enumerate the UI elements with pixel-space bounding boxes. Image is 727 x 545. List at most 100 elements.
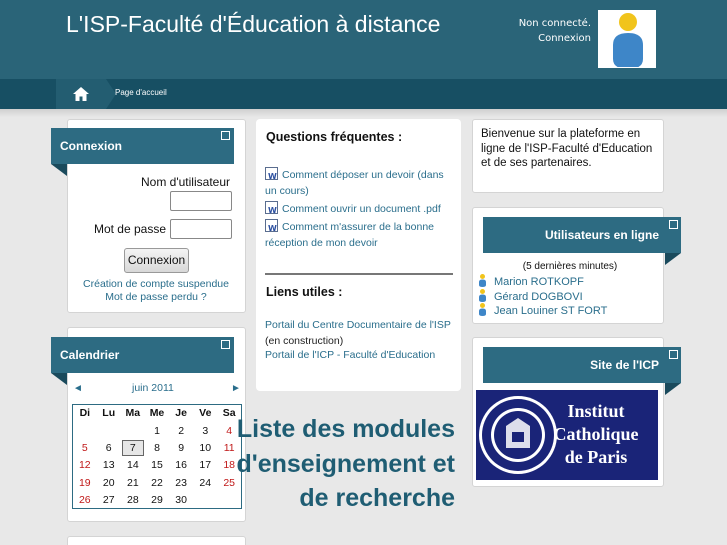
- user-avatar: [598, 10, 656, 68]
- calendar-day: 23: [175, 476, 187, 489]
- faq-link-text[interactable]: Comment déposer un devoir (dans un cours…: [265, 169, 444, 197]
- calendar-next-month[interactable]: ►: [231, 383, 241, 394]
- word-document-icon: [265, 201, 278, 219]
- calendar-day: [193, 491, 217, 508]
- username-input[interactable]: [170, 191, 232, 211]
- weekday-header: Ma: [125, 407, 141, 420]
- online-user-item[interactable]: Marion ROTKOPF: [478, 274, 584, 288]
- login-block-title: Connexion: [60, 139, 122, 153]
- next-block-top: [67, 536, 246, 545]
- login-info: Non connecté. Connexion: [519, 16, 591, 46]
- useful-link-icp-faculty[interactable]: Portail de l'ICP - Faculté d'Education: [265, 347, 455, 363]
- calendar-day: 20: [102, 476, 115, 489]
- calendar-week-row: 5 6 7 8 9 10 11: [73, 439, 242, 456]
- calendar-day: [97, 422, 121, 439]
- calendar-weekday-row: Di Lu Ma Me Je Ve Sa: [73, 405, 242, 422]
- breadcrumb-home[interactable]: Page d'accueil: [115, 88, 167, 97]
- calendar-day: 15: [151, 459, 163, 472]
- password-input[interactable]: [170, 219, 232, 239]
- calendar-day: 19: [78, 476, 91, 489]
- calendar-day: 27: [102, 493, 115, 506]
- online-users-collapse-icon[interactable]: [669, 220, 678, 229]
- calendar-day: 29: [151, 493, 163, 506]
- user-icon: [479, 303, 486, 316]
- calendar-day: 8: [154, 441, 160, 454]
- user-icon: [479, 274, 486, 287]
- weekday-header: Je: [175, 407, 187, 420]
- weekday-header: Me: [149, 407, 165, 420]
- online-user-item[interactable]: Gérard DOGBOVI: [478, 289, 583, 303]
- calendar-week-row: 19 20 21 22 23 24 25: [73, 474, 242, 491]
- calendar-day: 30: [175, 493, 187, 506]
- calendar-day: 16: [175, 459, 187, 472]
- calendar-day: 3: [202, 424, 209, 437]
- useful-link-isp-doc-centre[interactable]: Portail du Centre Documentaire de l'ISP …: [265, 317, 455, 349]
- online-user-item[interactable]: Jean Louiner ST FORT: [478, 303, 607, 317]
- center-divider: [265, 273, 453, 275]
- account-creation-suspended-link[interactable]: Création de compte suspendue: [70, 278, 242, 290]
- calendar-day: 17: [199, 459, 212, 472]
- online-user-name[interactable]: Jean Louiner ST FORT: [494, 305, 607, 317]
- calendar-today-marker: 7: [121, 439, 144, 456]
- header-login-link[interactable]: Connexion: [538, 33, 591, 44]
- faq-link-text[interactable]: Comment m'assurer de la bonne réception …: [265, 221, 434, 249]
- calendar-day: 10: [199, 441, 212, 454]
- username-label: Nom d'utilisateur: [141, 175, 230, 189]
- site-title[interactable]: L'ISP-Faculté d'Éducation à distance: [66, 11, 440, 38]
- calendar-day: 26: [78, 493, 91, 506]
- home-button[interactable]: [56, 79, 116, 109]
- faq-link-submit-homework[interactable]: Comment déposer un devoir (dans un cours…: [265, 167, 455, 199]
- online-user-name[interactable]: Marion ROTKOPF: [494, 276, 584, 288]
- calendar-day: 13: [102, 459, 115, 472]
- page-header: L'ISP-Faculté d'Éducation à distance Non…: [0, 0, 727, 79]
- faq-link-text[interactable]: Comment ouvrir un document .pdf: [282, 203, 441, 215]
- icp-logo-image[interactable]: Institut Catholique de Paris: [476, 390, 658, 480]
- icp-block-title: Site de l'ICP: [590, 358, 659, 372]
- home-icon[interactable]: [72, 86, 90, 102]
- icp-logo-link[interactable]: Institut Catholique de Paris: [476, 390, 658, 480]
- calendar-day: 2: [178, 424, 185, 437]
- icp-block-collapse-icon[interactable]: [669, 350, 678, 359]
- navbar: Page d'accueil: [0, 79, 727, 109]
- navbar-shadow: [0, 109, 727, 117]
- calendar-block-collapse-icon[interactable]: [221, 340, 230, 349]
- user-avatar-icon: [599, 11, 655, 67]
- calendar-day: 5: [81, 441, 88, 454]
- useful-links-heading: Liens utiles :: [266, 285, 343, 299]
- useful-link-text[interactable]: Portail de l'ICP - Faculté d'Education: [265, 349, 435, 361]
- word-document-icon: [265, 167, 278, 185]
- calendar-day: [121, 422, 145, 439]
- calendar-day: 24: [199, 476, 212, 489]
- calendar-day: 12: [78, 459, 91, 472]
- online-users-subtitle: (5 dernières minutes): [522, 261, 618, 272]
- lost-password-link[interactable]: Mot de passe perdu ?: [70, 291, 242, 303]
- login-submit-button[interactable]: Connexion: [124, 248, 189, 273]
- calendar-day: 6: [105, 441, 112, 454]
- login-block-collapse-icon[interactable]: [221, 131, 230, 140]
- faq-link-open-pdf[interactable]: Comment ouvrir un document .pdf: [265, 201, 455, 219]
- calendar-day: 1: [154, 424, 160, 437]
- calendar-day: 14: [127, 459, 139, 472]
- calendar-week-row: 26 27 28 29 30: [73, 491, 242, 508]
- faq-link-check-receipt[interactable]: Comment m'assurer de la bonne réception …: [265, 219, 455, 251]
- calendar-day: 22: [151, 476, 163, 489]
- calendar-day: 9: [178, 441, 185, 454]
- user-icon: [479, 289, 486, 302]
- word-document-icon: [265, 219, 278, 237]
- icp-logo-text-line2: Catholique: [553, 424, 638, 444]
- calendar-prev-month[interactable]: ◄: [73, 383, 83, 394]
- useful-link-text[interactable]: Portail du Centre Documentaire de l'ISP: [265, 319, 451, 331]
- faq-heading: Questions fréquentes :: [266, 130, 403, 144]
- modules-list-title[interactable]: Liste des modules d'enseignement et de r…: [235, 412, 456, 516]
- weekday-header: Ve: [199, 407, 212, 420]
- calendar-grid: Di Lu Ma Me Je Ve Sa 1 2 3 4 5 6 7 8 9 1…: [72, 404, 242, 510]
- weekday-header: Di: [79, 407, 91, 420]
- calendar-week-row: 1 2 3 4: [73, 422, 242, 439]
- icp-block-header: Site de l'ICP: [483, 347, 681, 395]
- online-user-name[interactable]: Gérard DOGBOVI: [494, 291, 583, 303]
- calendar-month-label[interactable]: juin 2011: [132, 382, 174, 394]
- welcome-text: Bienvenue sur la plateforme en ligne de …: [481, 128, 653, 169]
- password-label: Mot de passe: [93, 222, 166, 236]
- online-users-block-header: Utilisateurs en ligne: [483, 217, 681, 265]
- calendar-day: 28: [127, 493, 139, 506]
